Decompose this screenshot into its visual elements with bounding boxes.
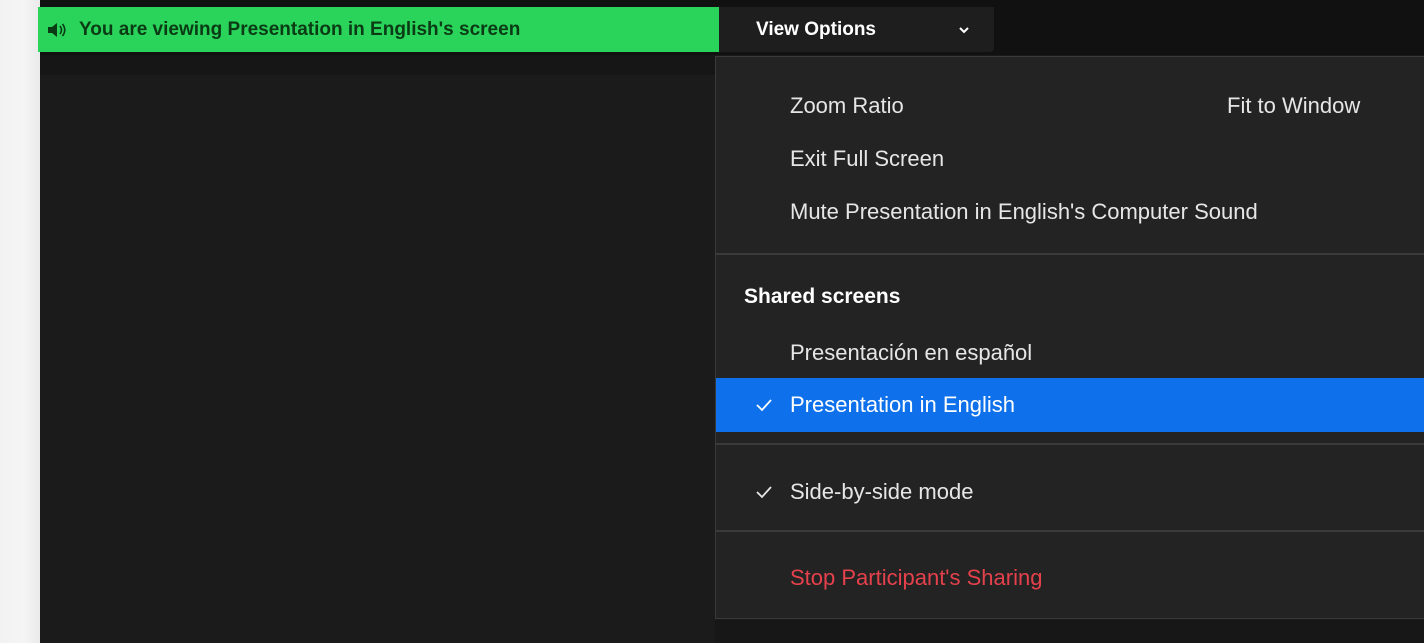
menu-item-shared-screen-spanish[interactable]: Presentación en español	[716, 326, 1424, 380]
chevron-down-icon	[959, 27, 969, 34]
viewing-banner: You are viewing Presentation in English'…	[38, 7, 719, 52]
banner-text: You are viewing Presentation in English'…	[79, 18, 521, 40]
menu-divider	[716, 530, 1424, 532]
bottom-strip	[715, 620, 1424, 643]
exit-full-screen-label: Exit Full Screen	[790, 146, 945, 171]
shared-screens-header: Shared screens	[744, 285, 901, 308]
menu-item-exit-full-screen[interactable]: Exit Full Screen	[716, 132, 1424, 186]
menu-item-zoom-ratio[interactable]: Zoom Ratio Fit to Window	[716, 79, 1424, 133]
mute-sound-label: Mute Presentation in English's Computer …	[790, 199, 1258, 224]
speaker-icon	[47, 20, 71, 40]
menu-item-shared-screen-english[interactable]: Presentation in English	[716, 378, 1424, 432]
menu-divider	[716, 443, 1424, 445]
stop-sharing-label: Stop Participant's Sharing	[790, 565, 1043, 590]
shared-screen-label: Presentation in English	[790, 392, 1016, 417]
view-options-menu: Zoom Ratio Fit to Window Exit Full Scree…	[715, 56, 1424, 619]
shared-screen-view	[40, 75, 716, 643]
background-edge	[0, 0, 40, 643]
menu-item-side-by-side[interactable]: Side-by-side mode	[716, 465, 1424, 519]
menu-divider	[716, 253, 1424, 255]
content-top-strip	[40, 55, 716, 75]
checkmark-icon	[756, 399, 772, 412]
menu-item-mute-sound[interactable]: Mute Presentation in English's Computer …	[716, 185, 1424, 239]
checkmark-icon	[756, 486, 772, 499]
view-options-button[interactable]: View Options	[719, 7, 994, 52]
side-by-side-label: Side-by-side mode	[790, 479, 974, 504]
menu-item-stop-sharing[interactable]: Stop Participant's Sharing	[716, 551, 1424, 605]
zoom-ratio-value: Fit to Window	[1227, 93, 1361, 118]
view-options-label: View Options	[756, 18, 877, 40]
zoom-ratio-label: Zoom Ratio	[790, 93, 904, 118]
shared-screen-label: Presentación en español	[790, 340, 1033, 365]
